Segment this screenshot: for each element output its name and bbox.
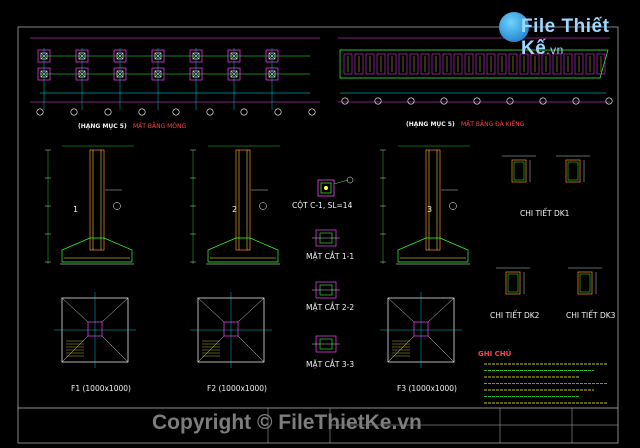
slope-line bbox=[101, 297, 129, 323]
detail-label-dk2: CHI TIẾT DK2 bbox=[490, 311, 540, 320]
section-label-3: MẶT CẮT 3-3 bbox=[306, 360, 355, 369]
axis-bubble bbox=[104, 108, 112, 116]
axis-bubble bbox=[440, 97, 448, 105]
slope-line bbox=[61, 297, 89, 323]
axis-bubble bbox=[407, 97, 415, 105]
general-notes bbox=[484, 363, 608, 404]
slope-line bbox=[237, 335, 265, 363]
footing-plans bbox=[54, 292, 462, 368]
callout bbox=[449, 202, 457, 210]
cad-drawing-canvas: File Thiết Kế.vn (HẠNG MỤC 5) MẶT BẰNG M… bbox=[0, 0, 640, 448]
elevation-tag-1: 1 bbox=[73, 205, 79, 214]
axis-bubble bbox=[70, 108, 78, 116]
axis-bubble bbox=[138, 108, 146, 116]
axis-bubble bbox=[473, 97, 481, 105]
column-outline bbox=[425, 149, 441, 251]
stirrup bbox=[513, 161, 525, 181]
axis-bubble bbox=[36, 108, 44, 116]
axis-bubble bbox=[206, 108, 214, 116]
axis-bubble bbox=[240, 108, 248, 116]
detail-label-dk1: CHI TIẾT DK1 bbox=[520, 209, 570, 218]
slope-line bbox=[101, 335, 129, 363]
elevation-tag-3: 3 bbox=[427, 205, 433, 214]
callout bbox=[113, 202, 121, 210]
axis-bubble bbox=[172, 108, 180, 116]
notes-title: GHI CHÚ bbox=[478, 350, 512, 358]
column-outline bbox=[89, 149, 105, 251]
slope-line bbox=[237, 297, 265, 323]
drawing-frame bbox=[17, 26, 619, 444]
slope-line bbox=[197, 297, 225, 323]
stirrup bbox=[579, 273, 591, 293]
beam-details bbox=[496, 155, 602, 295]
axis-bubble bbox=[506, 97, 514, 105]
footing-sections bbox=[45, 145, 470, 265]
mini-section-details bbox=[312, 229, 340, 353]
copyright-watermark: Copyright © FileThietKe.vn bbox=[152, 411, 422, 434]
axis-bubble bbox=[572, 97, 580, 105]
stirrup bbox=[567, 161, 579, 181]
foundation-plan-subtitle: MẶT BẰNG MÓNG bbox=[133, 123, 187, 130]
slope-line bbox=[387, 297, 415, 323]
column-outline bbox=[235, 149, 251, 251]
callout bbox=[259, 202, 267, 210]
foundation-plan-title: (HẠNG MỤC 5) bbox=[78, 123, 127, 130]
footing-label-f3: F3 (1000x1000) bbox=[397, 384, 457, 393]
slope-line bbox=[427, 297, 455, 323]
section-label-2: MẶT CẮT 2-2 bbox=[306, 303, 355, 312]
elevation-tag-2: 2 bbox=[232, 205, 238, 214]
slope-line bbox=[197, 335, 225, 363]
slope-line bbox=[387, 335, 415, 363]
column-detail bbox=[317, 176, 354, 197]
cad-drawing bbox=[17, 26, 619, 444]
watermark-brand: File Thiết Kế bbox=[521, 16, 610, 59]
axis-bubble bbox=[374, 97, 382, 105]
detail-label-dk3: CHI TIẾT DK3 bbox=[566, 311, 616, 320]
footing-label-f2: F2 (1000x1000) bbox=[207, 384, 267, 393]
stirrup bbox=[507, 273, 519, 293]
watermark-logo: File Thiết Kế.vn bbox=[499, 10, 631, 59]
beam-plan-title: (HẠNG MỤC 5) bbox=[406, 121, 455, 128]
foundation-plan bbox=[30, 37, 320, 116]
slope-line bbox=[427, 335, 455, 363]
axis-bubble bbox=[539, 97, 547, 105]
axis-bubble bbox=[308, 108, 316, 116]
axis-bubble bbox=[274, 108, 282, 116]
column-label: CỘT C-1, SL=14 bbox=[292, 201, 353, 210]
watermark-suffix: .vn bbox=[546, 43, 564, 57]
beam-plan-subtitle: MẶT BẰNG ĐÀ KIỀNG bbox=[461, 121, 525, 128]
section-label-1: MẶT CẮT 1-1 bbox=[306, 252, 355, 261]
footing-label-f1: F1 (1000x1000) bbox=[71, 384, 131, 393]
axis-bubble bbox=[341, 97, 349, 105]
slope-line bbox=[61, 335, 89, 363]
axis-bubble bbox=[605, 97, 613, 105]
